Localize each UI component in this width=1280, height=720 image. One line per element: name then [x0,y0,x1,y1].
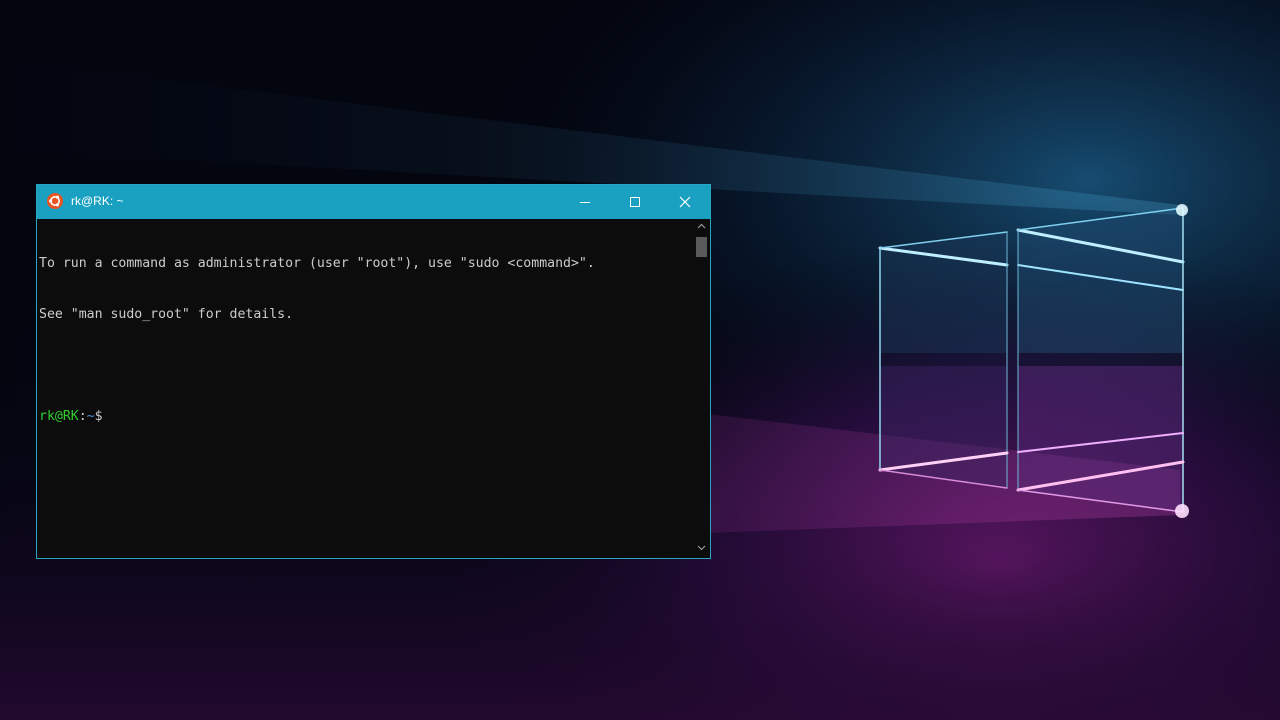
terminal-output[interactable]: To run a command as administrator (user … [37,219,693,558]
minimize-icon [580,202,590,203]
ubuntu-icon [47,193,63,209]
desktop: rk@RK: ~ To run a command as administrat… [0,0,1280,720]
prompt-user-host: rk@RK [39,409,79,424]
prompt-separator: : [78,409,87,424]
maximize-button[interactable] [610,185,660,219]
terminal-window[interactable]: rk@RK: ~ To run a command as administrat… [36,184,711,559]
window-title: rk@RK: ~ [71,194,124,208]
minimize-button[interactable] [560,185,610,219]
output-line: To run a command as administrator (user … [39,256,595,271]
prompt-symbol: $ [94,409,103,424]
prompt-path: ~ [86,409,95,424]
maximize-icon [630,197,640,207]
output-line: See "man sudo_root" for details. [39,307,294,322]
prompt-line[interactable]: rk@RK:~$ [39,408,693,425]
scroll-down-icon[interactable] [697,545,706,551]
scrollbar-thumb[interactable] [696,237,707,257]
title-bar[interactable]: rk@RK: ~ [37,185,710,219]
close-button[interactable] [660,185,710,219]
vertical-scrollbar[interactable] [693,219,710,558]
scroll-up-icon[interactable] [697,223,706,229]
close-icon [679,196,691,208]
